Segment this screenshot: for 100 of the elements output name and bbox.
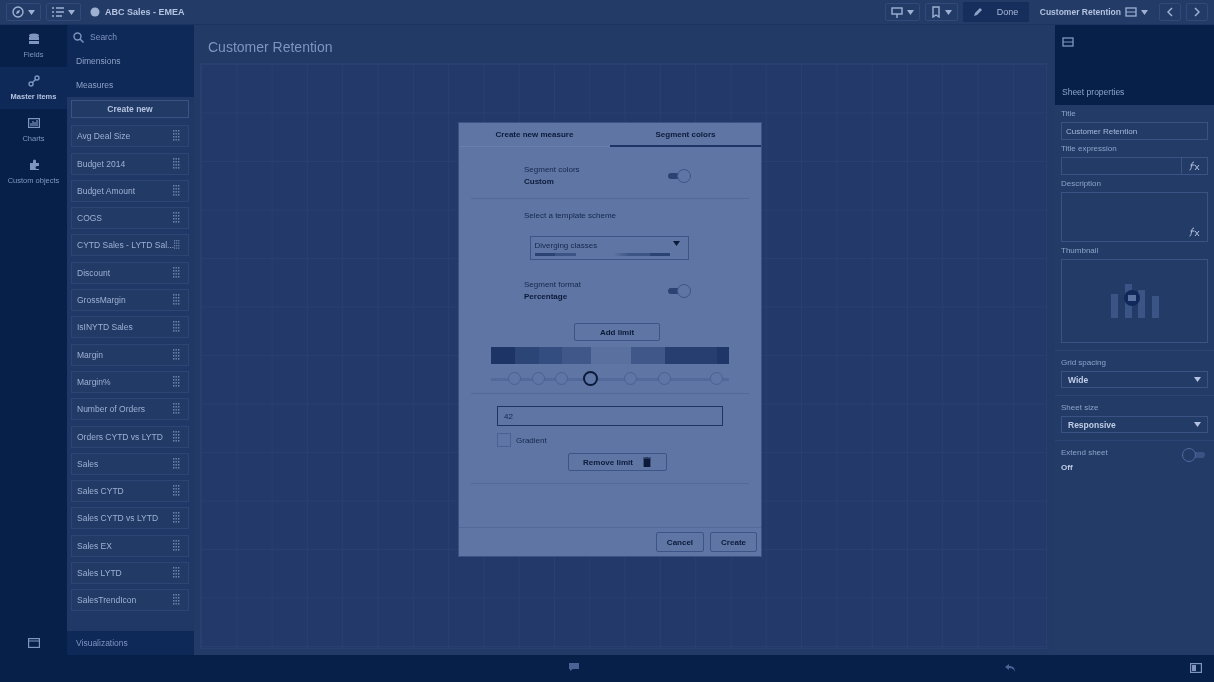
drag-handle-icon [173, 594, 180, 607]
properties-title: Sheet properties [1062, 87, 1126, 97]
color-segment[interactable] [590, 347, 632, 364]
gradient-label: Gradient [516, 435, 547, 445]
previous-sheet-button[interactable] [1159, 3, 1181, 21]
search-input[interactable]: Search [88, 31, 182, 43]
caret-icon [906, 9, 914, 15]
next-sheet-button[interactable] [1186, 3, 1208, 21]
limit-handle[interactable] [582, 371, 598, 386]
list-menu-button[interactable] [46, 3, 81, 21]
sheet-icon [1062, 37, 1074, 47]
color-segment[interactable] [514, 347, 539, 364]
bookmark-button[interactable] [924, 3, 958, 21]
caret-icon [1194, 377, 1201, 382]
drag-handle-icon [173, 375, 180, 388]
thumbnail-field[interactable] [1061, 259, 1208, 343]
function-icon [1188, 161, 1201, 171]
measure-item[interactable]: Sales [71, 452, 189, 475]
image-placeholder-icon [1108, 282, 1161, 320]
dialog-tab[interactable]: Segment colors [610, 123, 761, 147]
measure-item[interactable]: SalesTrendIcon [71, 589, 189, 612]
pencil-icon [972, 7, 983, 17]
chat-icon[interactable] [568, 662, 580, 672]
chevron-right-icon [1194, 7, 1200, 17]
color-segment[interactable] [664, 347, 718, 364]
section-header[interactable]: Measures [67, 73, 194, 97]
color-segment[interactable] [562, 347, 591, 364]
done-button[interactable]: Done [962, 2, 1029, 22]
measure-item[interactable]: Budget 2014 [71, 152, 189, 175]
bar-chart-icon [27, 117, 40, 129]
drag-handle-icon [174, 239, 180, 252]
remove-limit-button[interactable]: Remove limit [567, 453, 667, 471]
trash-icon [642, 457, 651, 467]
field-label: Sheet size [1061, 403, 1100, 412]
measure-item[interactable]: Sales CYTD [71, 480, 189, 503]
color-segment[interactable] [491, 347, 515, 364]
compass-icon [12, 6, 24, 18]
measure-item[interactable]: Margin% [71, 370, 189, 393]
grid-spacing-dropdown[interactable]: Wide [1061, 371, 1208, 388]
search-field[interactable]: Search [67, 25, 194, 49]
drag-handle-icon [173, 157, 180, 170]
drag-handle-icon [173, 294, 180, 307]
setting-label: Segment colors [524, 165, 580, 174]
search-icon [73, 31, 84, 43]
drag-handle-icon [173, 212, 180, 225]
field-label: Grid spacing [1061, 358, 1107, 367]
caret-icon [672, 241, 680, 246]
dialog-button[interactable]: Cancel [655, 532, 705, 552]
field-label: Thumbnail [1061, 246, 1100, 255]
measure-item[interactable]: Margin [71, 343, 189, 366]
field-label: Title expression [1061, 144, 1118, 153]
measure-item[interactable]: CYTD Sales - LYTD Sal... [71, 234, 189, 257]
limit-value-field[interactable]: 42 [497, 406, 723, 426]
measure-item[interactable]: Avg Deal Size [71, 125, 189, 148]
measure-item[interactable]: Budget Amount [71, 179, 189, 202]
panel-toggle-icon[interactable] [1190, 663, 1202, 673]
navigation-menu-button[interactable] [6, 3, 41, 21]
create-new-button[interactable]: Create new [71, 100, 189, 118]
measure-item[interactable]: Sales CYTD vs LYTD [71, 507, 189, 530]
sheet-title: Customer Retention [207, 38, 334, 57]
title-expression-field[interactable] [1061, 157, 1182, 175]
section-header[interactable]: Dimensions [67, 49, 194, 73]
drag-handle-icon [173, 485, 180, 498]
sheet-size-dropdown[interactable]: Responsive [1061, 416, 1208, 433]
measure-item[interactable]: Orders CYTD vs LYTD [71, 425, 189, 448]
present-button[interactable] [884, 3, 920, 21]
measure-item[interactable]: IsINYTD Sales [71, 316, 189, 339]
undo-icon[interactable] [1005, 664, 1015, 672]
drag-handle-icon [173, 348, 180, 361]
measure-item[interactable]: Sales LYTD [71, 562, 189, 585]
color-segment[interactable] [717, 347, 729, 364]
color-segment[interactable] [538, 347, 563, 364]
drag-handle-icon [173, 567, 180, 580]
color-segment[interactable] [631, 347, 665, 364]
dialog-button[interactable]: Create [710, 532, 757, 552]
description-field[interactable] [1061, 192, 1208, 242]
title-field[interactable]: Customer Retention [1061, 122, 1208, 140]
template-dropdown[interactable]: Diverging classes [529, 236, 689, 260]
measure-item[interactable]: COGS [71, 207, 189, 230]
setting-value: Percentage [524, 292, 569, 301]
list-icon [52, 7, 64, 17]
drag-handle-icon [173, 266, 180, 279]
bookmark-icon [930, 6, 941, 18]
field-label: Title [1061, 109, 1077, 118]
add-limit-button[interactable]: Add limit [574, 323, 660, 341]
database-icon [27, 33, 40, 45]
expression-button[interactable] [1182, 157, 1208, 175]
measure-item[interactable]: GrossMargin [71, 289, 189, 312]
template-label: Select a template scheme [523, 211, 618, 220]
measure-item[interactable]: Discount [71, 261, 189, 284]
presentation-icon [890, 6, 903, 18]
measure-item[interactable]: Sales EX [71, 534, 189, 557]
panel-icon[interactable] [27, 638, 40, 648]
drag-handle-icon [173, 184, 180, 197]
caret-icon [1194, 422, 1201, 427]
visualizations-section[interactable]: Visualizations [67, 631, 194, 655]
drag-handle-icon [173, 321, 180, 334]
measure-item[interactable]: Number of Orders [71, 398, 189, 421]
dialog-tab[interactable]: Create new measure [459, 123, 610, 147]
extend-sheet-value: Off [1061, 463, 1074, 472]
